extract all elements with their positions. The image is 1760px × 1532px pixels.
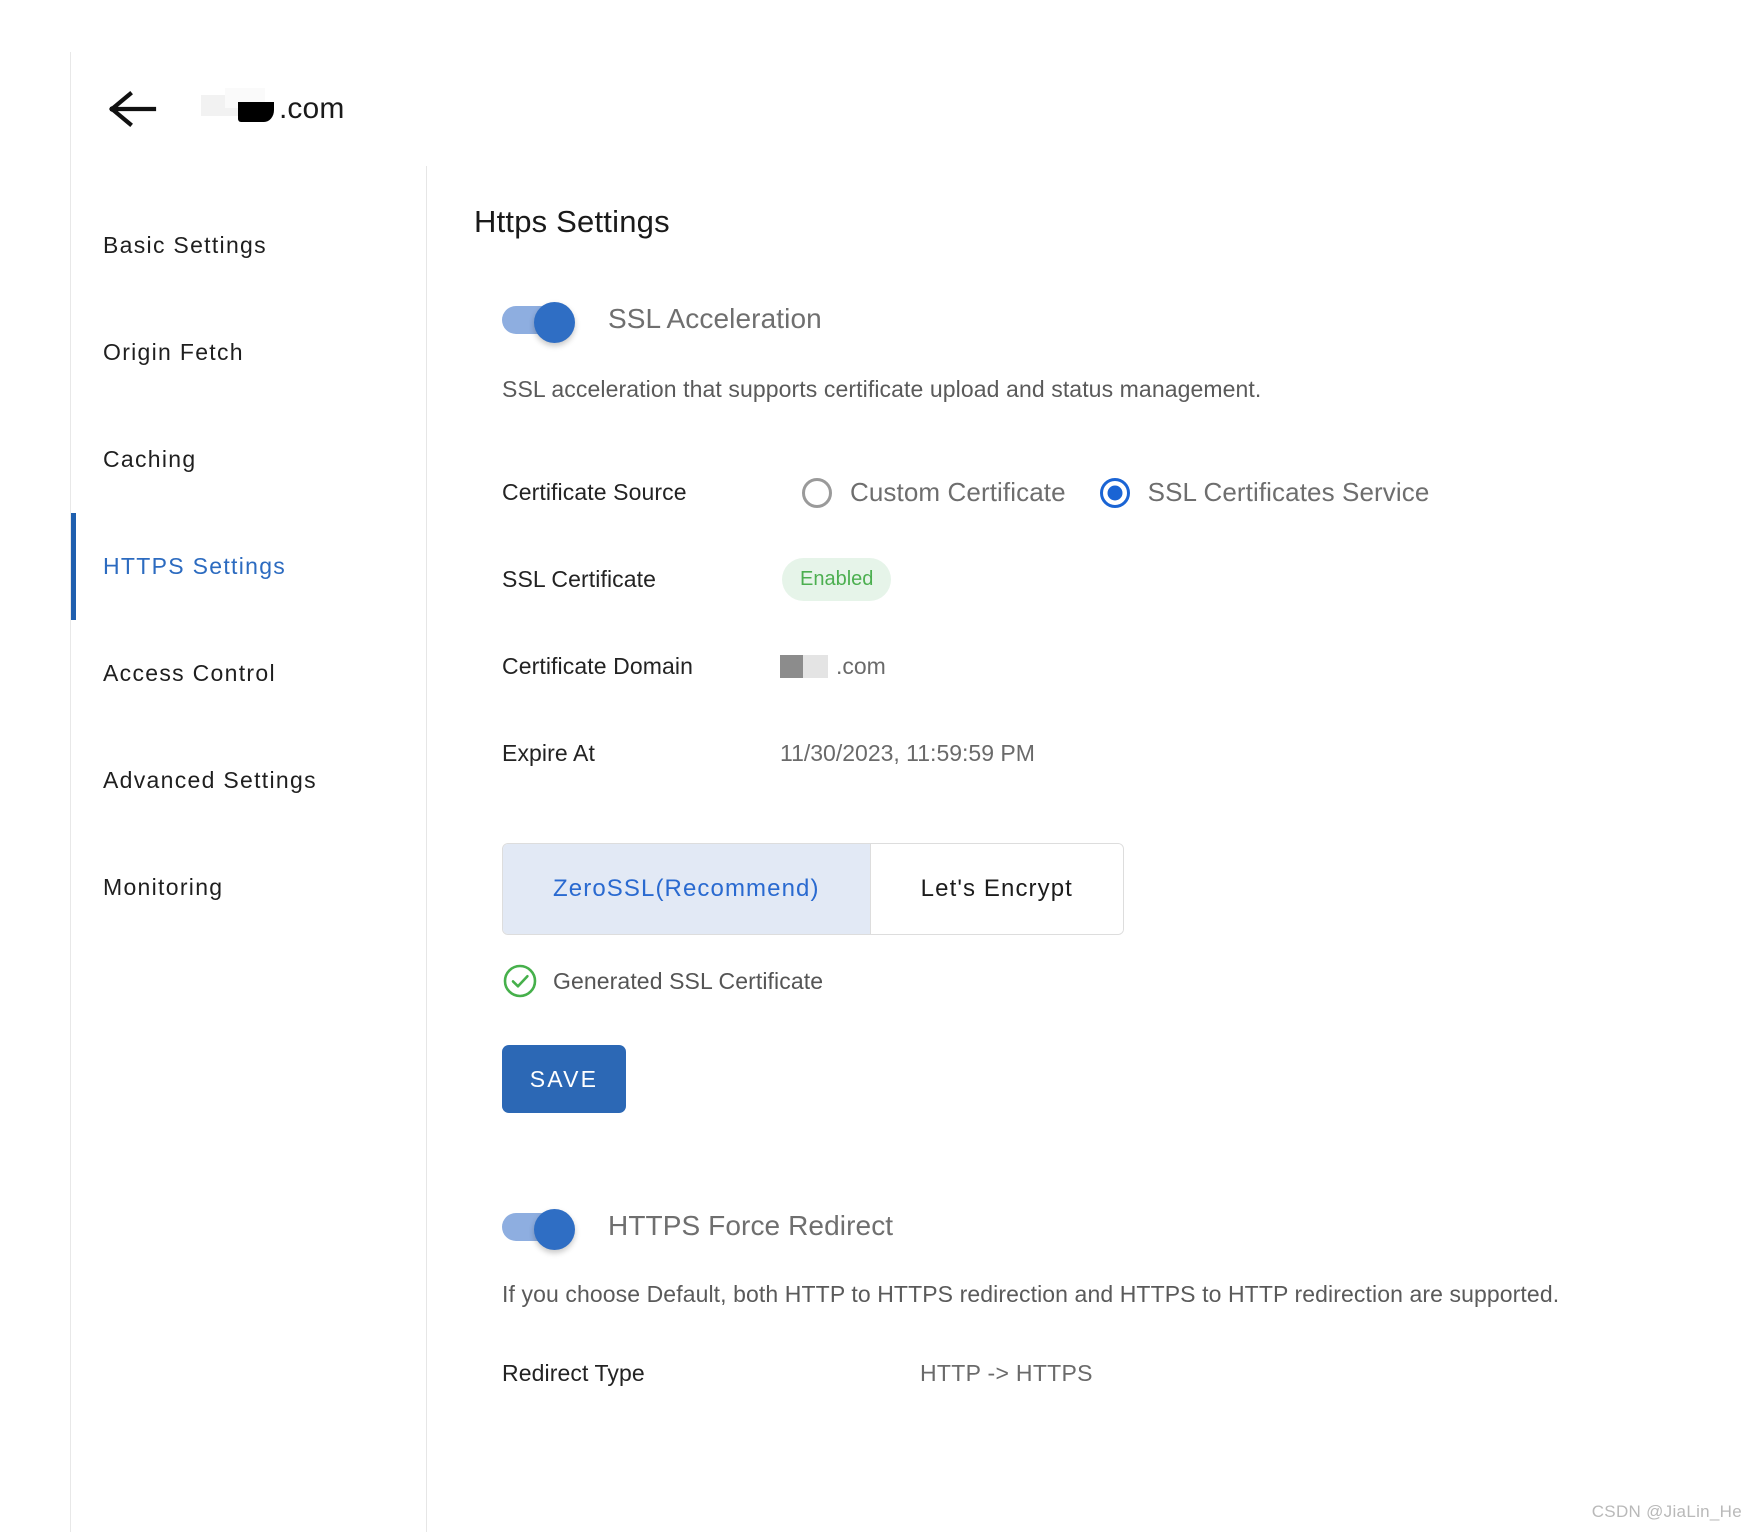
sidebar-item-https-settings[interactable]: HTTPS Settings	[71, 513, 426, 620]
ssl-certificate-value: Enabled	[780, 558, 892, 601]
certificate-source-row: Certificate Source Custom Certificate SS…	[502, 449, 1760, 536]
sidebar-item-caching[interactable]: Caching	[71, 406, 426, 513]
https-force-redirect-label: HTTPS Force Redirect	[608, 1210, 894, 1241]
certificate-domain-value: .com	[780, 653, 886, 680]
radio-icon-unchecked	[802, 477, 832, 508]
ssl-acceleration-toggle-row: SSL Acceleration	[502, 302, 1760, 343]
certificate-domain-suffix: .com	[836, 653, 886, 679]
sidebar-item-label: HTTPS Settings	[103, 553, 287, 579]
ssl-acceleration-fields: Certificate Source Custom Certificate SS…	[502, 449, 1760, 797]
ca-provider-tabs: ZeroSSL(Recommend) Let's Encrypt	[502, 843, 1124, 935]
main-content: Https Settings SSL Acceleration SSL acce…	[428, 166, 1760, 1532]
domain-suffix: .com	[279, 92, 345, 125]
sidebar-item-label: Caching	[103, 446, 197, 472]
generated-certificate-text: Generated SSL Certificate	[553, 967, 824, 994]
https-settings-page: .com Basic Settings Origin Fetch Caching…	[0, 0, 1760, 1532]
redirect-type-label: Redirect Type	[502, 1359, 645, 1386]
expire-at-label: Expire At	[502, 740, 595, 766]
expire-at-row: Expire At 11/30/2023, 11:59:59 PM	[502, 710, 1760, 797]
expire-at-value: 11/30/2023, 11:59:59 PM	[780, 740, 1035, 766]
sidebar-item-advanced-settings[interactable]: Advanced Settings	[71, 727, 426, 834]
certificate-source-radio-group: Custom Certificate SSL Certificates Serv…	[802, 477, 1429, 508]
ssl-certificate-label: SSL Certificate	[502, 566, 657, 592]
page-title: .com	[201, 88, 345, 126]
ssl-acceleration-description: SSL acceleration that supports certifica…	[502, 376, 1262, 402]
sidebar-item-label: Access Control	[103, 660, 276, 686]
toggle-knob	[534, 1209, 575, 1250]
settings-sidebar: Basic Settings Origin Fetch Caching HTTP…	[71, 166, 427, 1532]
https-force-redirect-toggle[interactable]	[502, 1209, 578, 1250]
tab-label: ZeroSSL(Recommend)	[553, 875, 820, 902]
sidebar-item-origin-fetch[interactable]: Origin Fetch	[71, 299, 426, 406]
toggle-knob	[534, 302, 575, 343]
certificate-domain-row: Certificate Domain .com	[502, 623, 1760, 710]
tab-zerossl[interactable]: ZeroSSL(Recommend)	[503, 844, 870, 934]
sidebar-item-label: Basic Settings	[103, 232, 267, 258]
sidebar-item-basic-settings[interactable]: Basic Settings	[71, 192, 426, 299]
tab-label: Let's Encrypt	[920, 875, 1073, 902]
certificate-source-label: Certificate Source	[502, 479, 687, 505]
sidebar-item-monitoring[interactable]: Monitoring	[71, 834, 426, 941]
sidebar-item-access-control[interactable]: Access Control	[71, 620, 426, 727]
sidebar-item-label: Monitoring	[103, 874, 224, 900]
certificate-domain-label: Certificate Domain	[502, 653, 693, 679]
status-badge: Enabled	[782, 558, 892, 601]
arrow-left-icon	[108, 90, 158, 128]
https-force-redirect-description: If you choose Default, both HTTP to HTTP…	[502, 1281, 1560, 1307]
redirect-type-value: HTTP -> HTTPS	[920, 1359, 1093, 1386]
watermark: CSDN @JiaLin_He	[1591, 1502, 1742, 1521]
redacted-domain-block	[201, 88, 279, 122]
page-header: .com	[71, 52, 1760, 166]
https-force-redirect-fields: Redirect Type HTTP -> HTTPS	[502, 1338, 1760, 1408]
check-circle-icon	[502, 963, 538, 999]
radio-option-custom-certificate[interactable]: Custom Certificate	[802, 477, 1066, 508]
radio-label: SSL Certificates Service	[1147, 477, 1430, 507]
sidebar-item-label: Advanced Settings	[103, 767, 317, 793]
tab-lets-encrypt[interactable]: Let's Encrypt	[869, 844, 1123, 934]
back-button[interactable]	[107, 87, 159, 131]
radio-option-ssl-certificates-service[interactable]: SSL Certificates Service	[1099, 477, 1430, 508]
ssl-acceleration-label: SSL Acceleration	[608, 303, 822, 334]
generated-certificate-status: Generated SSL Certificate	[502, 963, 1760, 999]
https-force-redirect-toggle-row: HTTPS Force Redirect	[502, 1209, 1760, 1250]
radio-icon-checked	[1099, 477, 1130, 508]
sidebar-item-label: Origin Fetch	[103, 339, 244, 365]
redirect-type-row: Redirect Type HTTP -> HTTPS	[502, 1338, 1760, 1408]
radio-label: Custom Certificate	[850, 477, 1066, 507]
redacted-domain-block	[780, 655, 828, 678]
save-button[interactable]: SAVE	[502, 1045, 626, 1113]
ssl-certificate-row: SSL Certificate Enabled	[502, 536, 1760, 623]
ssl-acceleration-toggle[interactable]	[502, 302, 578, 343]
section-title: Https Settings	[474, 204, 670, 239]
